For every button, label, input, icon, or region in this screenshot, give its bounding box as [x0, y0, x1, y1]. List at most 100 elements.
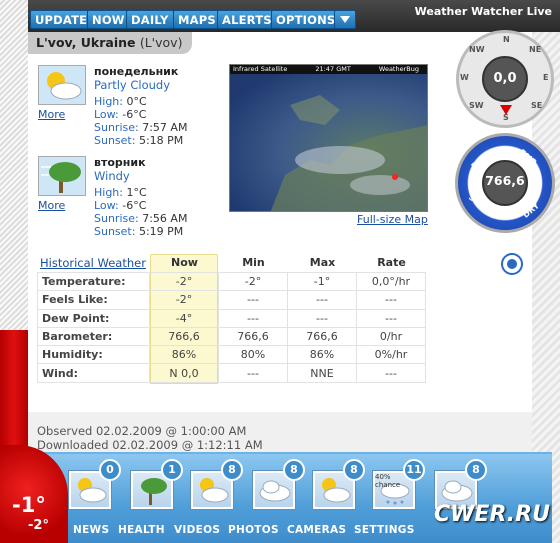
- alerts-button[interactable]: ALERTS: [217, 10, 277, 29]
- ladybug-icon[interactable]: [501, 253, 523, 275]
- nav-news[interactable]: NEWS: [73, 524, 109, 536]
- nav-settings[interactable]: SETTINGS: [354, 524, 415, 536]
- forecast-tile-1[interactable]: 0: [68, 459, 121, 510]
- rate-value: ---: [356, 308, 426, 328]
- now-value: -4°: [149, 308, 219, 328]
- day-sunset: Sunset: 5:18 PM: [94, 134, 183, 147]
- forecast-tile-2[interactable]: 1: [130, 459, 183, 510]
- low-label: Low:: [94, 199, 119, 212]
- now-value: 766,6: [149, 326, 219, 347]
- min-value: ---: [218, 308, 288, 328]
- col-header-max: Max: [309, 256, 336, 269]
- observed-time: Observed 02.02.2009 @ 1:00:00 AM: [37, 424, 247, 438]
- options-button[interactable]: OPTIONS: [271, 10, 341, 29]
- wind-speed-value: 0,0: [493, 71, 517, 86]
- high-label: High:: [94, 95, 123, 108]
- low-value: -6°C: [122, 108, 147, 121]
- sunset-value: 5:19 PM: [138, 225, 184, 238]
- baro-label-dry: DRY: [521, 201, 541, 220]
- sunrise-label: Sunrise:: [94, 212, 139, 225]
- sunset-label: Sunset:: [94, 225, 136, 238]
- rate-value: ---: [356, 363, 426, 383]
- forecast-badge: 8: [283, 459, 305, 481]
- nav-photos[interactable]: PHOTOS: [228, 524, 279, 536]
- chevron-down-icon: [340, 16, 350, 23]
- compass-label-n: N: [503, 35, 510, 44]
- watermark-logo: CWER.RU: [434, 502, 550, 527]
- day-name: вторник: [94, 156, 146, 169]
- day-condition: Windy: [94, 169, 130, 183]
- min-value: ---: [218, 363, 288, 383]
- barometer-gauge: RAIN FAIR STORM DRY 766,6: [455, 133, 555, 233]
- high-label: High:: [94, 186, 123, 199]
- forecast-badge: 1: [161, 459, 183, 481]
- update-button[interactable]: UPDATE: [30, 10, 93, 29]
- full-size-map-link[interactable]: Full-size Map: [357, 213, 428, 226]
- day-high: High: 1°C: [94, 186, 147, 199]
- row-label: Humidity:: [37, 345, 150, 365]
- forecast-badge: 8: [221, 459, 243, 481]
- min-value: 766,6: [218, 326, 288, 347]
- nav-health[interactable]: HEALTH: [118, 524, 165, 536]
- sunrise-value: 7:56 AM: [142, 212, 188, 225]
- weather-table: Temperature: -2° -2° -1° 0,0°/hr Feels L…: [37, 271, 426, 383]
- table-row: Wind: N 0,0 --- NNE ---: [37, 363, 426, 383]
- nav-cameras[interactable]: CAMERAS: [287, 524, 346, 536]
- max-value: NNE: [287, 363, 357, 383]
- now-value: N 0,0: [149, 363, 219, 383]
- max-value: -1°: [287, 271, 357, 292]
- now-button[interactable]: NOW: [87, 10, 130, 29]
- daily-button[interactable]: DAILY: [126, 10, 174, 29]
- max-value: ---: [287, 290, 357, 310]
- rate-value: ---: [356, 290, 426, 310]
- table-row: Feels Like: -2° --- --- ---: [37, 290, 426, 310]
- forecast-badge: 0: [99, 459, 121, 481]
- sunset-value: 5:18 PM: [138, 134, 184, 147]
- col-header-now: Now: [171, 256, 198, 269]
- compass-label-ne: NE: [529, 45, 542, 54]
- day-name: понедельник: [94, 65, 179, 78]
- max-value: 766,6: [287, 326, 357, 347]
- table-row: Humidity: 86% 80% 86% 0%/hr: [37, 345, 426, 365]
- forecast-badge: 8: [343, 459, 365, 481]
- sunrise-label: Sunrise:: [94, 121, 139, 134]
- row-label: Feels Like:: [37, 290, 150, 310]
- forecast-tile-4[interactable]: 8: [252, 459, 305, 510]
- min-value: ---: [218, 290, 288, 310]
- wind-direction-needle-icon: [500, 105, 512, 115]
- satellite-map[interactable]: Infrared Satellite 21:47 GMT WeatherBug: [229, 64, 428, 212]
- europe-map-image: [270, 95, 427, 211]
- table-row: Dew Point: -4° --- --- ---: [37, 308, 426, 328]
- forecast-tile-3[interactable]: 8: [190, 459, 243, 510]
- baro-label-fair: FAIR: [517, 147, 539, 168]
- more-link-day-1[interactable]: More: [38, 108, 65, 121]
- day-low: Low: -6°C: [94, 108, 146, 121]
- col-header-rate: Rate: [377, 256, 406, 269]
- left-stripe: [0, 0, 28, 330]
- table-row: Temperature: -2° -2° -1° 0,0°/hr: [37, 271, 426, 292]
- day-sunrise: Sunrise: 7:57 AM: [94, 121, 187, 134]
- sunrise-value: 7:57 AM: [142, 121, 188, 134]
- more-link-day-2[interactable]: More: [38, 199, 65, 212]
- now-value: -2°: [149, 271, 219, 292]
- maps-button[interactable]: MAPS: [173, 10, 221, 29]
- observation-info: Observed 02.02.2009 @ 1:00:00 AM Downloa…: [37, 424, 263, 452]
- max-value: ---: [287, 308, 357, 328]
- nav-videos[interactable]: VIDEOS: [174, 524, 220, 536]
- day-condition: Partly Cloudy: [94, 78, 171, 92]
- compass-label-sw: SW: [469, 101, 484, 110]
- now-value: 86%: [149, 345, 219, 365]
- min-value: -2°: [218, 271, 288, 292]
- forecast-tile-6[interactable]: 40% chance 11: [372, 459, 425, 510]
- max-value: 86%: [287, 345, 357, 365]
- top-toolbar: UPDATE NOW DAILY MAPS ALERTS OPTIONS Wea…: [28, 0, 560, 32]
- day-high: High: 0°C: [94, 95, 147, 108]
- dropdown-arrow-button[interactable]: [334, 10, 356, 29]
- location-alt: (L'vov): [139, 35, 183, 50]
- forecast-tile-5[interactable]: 8: [312, 459, 365, 510]
- location-title: L'vov, Ukraine (L'vov): [28, 32, 192, 54]
- historical-weather-link[interactable]: Historical Weather: [40, 256, 146, 270]
- partly-cloudy-icon: [38, 65, 86, 105]
- col-header-min: Min: [242, 256, 265, 269]
- rate-value: 0/hr: [356, 326, 426, 347]
